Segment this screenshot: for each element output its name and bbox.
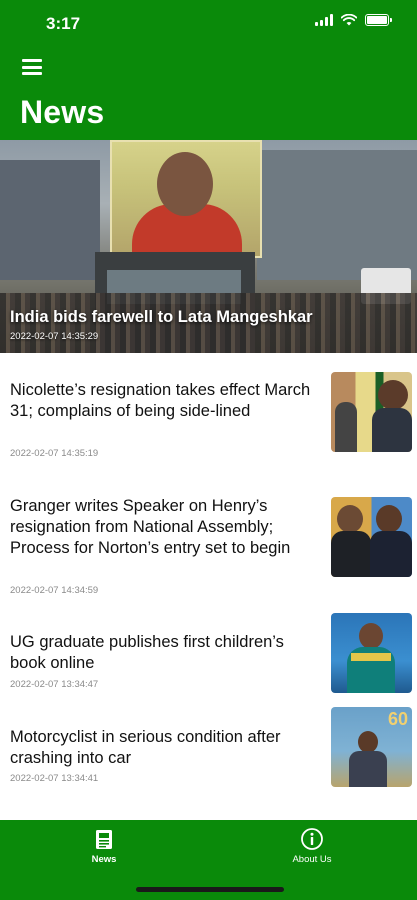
article-date: 2022-02-07 13:34:41 bbox=[10, 773, 99, 784]
battery-icon bbox=[365, 14, 392, 26]
home-indicator bbox=[136, 887, 284, 892]
app-header: 3:17 News bbox=[0, 0, 417, 140]
article-title: Motorcyclist in serious condition after … bbox=[10, 728, 281, 767]
page-title: News bbox=[20, 94, 105, 130]
article-title: Nicolette’s resignation takes effect Mar… bbox=[10, 381, 311, 420]
article-thumbnail bbox=[331, 372, 412, 452]
article-title: UG graduate publishes first children’s b… bbox=[10, 633, 284, 672]
list-item[interactable]: UG graduate publishes first children’s b… bbox=[0, 603, 417, 698]
list-item[interactable]: Motorcyclist in serious condition after … bbox=[0, 698, 417, 793]
featured-title: India bids farewell to Lata Mangeshkar bbox=[10, 308, 313, 326]
hamburger-menu-icon bbox=[22, 59, 42, 62]
tab-news-label: News bbox=[91, 854, 117, 865]
featured-article[interactable]: India bids farewell to Lata Mangeshkar 2… bbox=[0, 140, 417, 353]
article-date: 2022-02-07 13:34:47 bbox=[10, 679, 99, 690]
cellular-signal-icon bbox=[315, 14, 333, 26]
article-thumbnail bbox=[331, 613, 412, 693]
list-item[interactable]: Nicolette’s resignation takes effect Mar… bbox=[0, 353, 417, 473]
tab-news[interactable]: News bbox=[44, 820, 164, 880]
article-thumbnail bbox=[331, 497, 412, 577]
article-date: 2022-02-07 14:35:19 bbox=[10, 448, 99, 459]
thumbnail-number: 60 bbox=[387, 709, 408, 729]
status-time: 3:17 bbox=[46, 14, 81, 33]
newspaper-icon bbox=[96, 830, 112, 849]
article-title: Granger writes Speaker on Henry’s resign… bbox=[10, 497, 291, 557]
list-item[interactable]: Granger writes Speaker on Henry’s resign… bbox=[0, 473, 417, 603]
tab-about-us[interactable]: About Us bbox=[252, 820, 372, 880]
article-thumbnail: 60 bbox=[331, 707, 412, 787]
featured-date: 2022-02-07 14:35:29 bbox=[10, 331, 99, 342]
status-icons bbox=[315, 14, 392, 26]
menu-button[interactable] bbox=[22, 59, 42, 75]
article-date: 2022-02-07 14:34:59 bbox=[10, 585, 99, 596]
tab-about-us-label: About Us bbox=[292, 854, 332, 865]
hero-image-poster bbox=[110, 140, 262, 258]
info-circle-icon bbox=[301, 828, 323, 850]
wifi-icon bbox=[341, 14, 357, 26]
hero-image-building bbox=[0, 160, 100, 280]
hero-image-building bbox=[257, 150, 417, 280]
